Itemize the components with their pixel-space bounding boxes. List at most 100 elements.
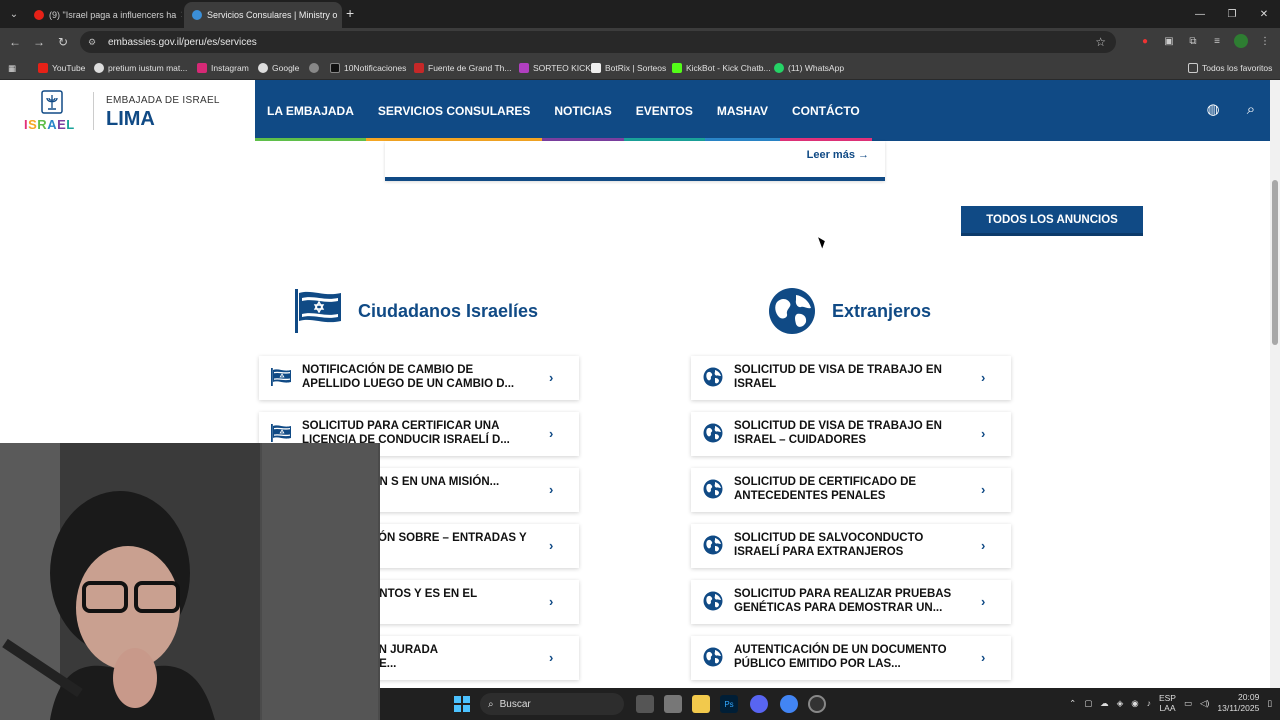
close-window-icon[interactable]: ✕ (1248, 0, 1280, 28)
chevron-right-icon[interactable]: › (549, 538, 559, 553)
bookmark-google[interactable]: Google (258, 60, 299, 76)
service-item[interactable]: SOLICITUD DE VISA DE TRABAJO EN ISRAEL –… (691, 412, 1011, 456)
language-globe-icon[interactable]: ◍ (1204, 100, 1222, 118)
photoshop-icon[interactable]: Ps (720, 695, 738, 713)
windows-start-icon[interactable] (454, 696, 470, 712)
service-item[interactable]: SOLICITUD DE SALVOCONDUCTO ISRAELÍ PARA … (691, 524, 1011, 568)
chevron-right-icon[interactable]: › (981, 370, 991, 385)
bookmark-kickbot[interactable]: KickBot - Kick Chatb... (672, 60, 771, 76)
notification-icon[interactable]: ▯ (1267, 698, 1272, 709)
x-icon (330, 63, 340, 73)
chevron-right-icon[interactable]: › (549, 482, 559, 497)
page-scrollbar[interactable] (1270, 80, 1280, 688)
main-nav: LA EMBAJADA SERVICIOS CONSULARES NOTICIA… (255, 80, 872, 141)
chrome-menu-icon[interactable]: ⋮ (1258, 34, 1272, 48)
site-info-icon[interactable]: ⚙ (88, 37, 100, 48)
chevron-right-icon[interactable]: › (981, 538, 991, 553)
nav-servicios-consulares[interactable]: SERVICIOS CONSULARES (365, 80, 543, 141)
scrollbar-thumb[interactable] (1272, 180, 1278, 345)
instagram-icon (197, 63, 207, 73)
back-icon[interactable]: ← (6, 34, 24, 50)
tab-search-chevron-icon[interactable]: ⌄ (4, 4, 24, 24)
embassy-city: LIMA (106, 108, 155, 130)
clock[interactable]: 20:09 13/11/2025 (1217, 692, 1259, 714)
bookmark-botrix[interactable]: BotRix | Sorteos (591, 60, 666, 76)
service-label: SOLICITUD PARA REALIZAR PRUEBAS GENÉTICA… (734, 588, 952, 614)
extensions-puzzle-icon[interactable]: ⧉ (1186, 34, 1200, 48)
task-view-icon[interactable] (636, 695, 654, 713)
tab-youtube[interactable]: (9) "Israel paga a influencers ha ✕ (26, 2, 182, 28)
bookmark-sorteo-kick[interactable]: SORTEO KICK (519, 60, 591, 76)
globe-icon (703, 479, 723, 499)
nav-eventos[interactable]: EVENTOS (623, 80, 705, 141)
chevron-right-icon[interactable]: › (981, 482, 991, 497)
obs-icon[interactable] (808, 695, 826, 713)
forward-icon[interactable]: → (30, 34, 48, 50)
read-more-link[interactable]: Leer más → (807, 149, 869, 161)
service-item[interactable]: SOLICITUD DE VISA DE TRABAJO EN ISRAEL › (691, 356, 1011, 400)
chrome-icon[interactable] (780, 695, 798, 713)
embassy-favicon-icon (192, 10, 202, 20)
close-tab-icon[interactable]: ✕ (337, 10, 342, 21)
media-control-icon[interactable]: ≡ (1210, 34, 1224, 48)
security-icon[interactable]: ◈ (1117, 698, 1124, 709)
site-logo[interactable]: ISRAEL EMBAJADA DE ISRAEL LIMA (0, 80, 255, 141)
heading-label: Ciudadanos Israelíes (358, 300, 539, 321)
apps-grid-icon[interactable]: ▦ (8, 60, 16, 76)
tab-servicios-consulares[interactable]: Servicios Consulares | Ministry o ✕ (184, 2, 342, 28)
all-bookmarks[interactable]: Todos los favoritos (1188, 60, 1272, 76)
nav-contacto[interactable]: CONTÁCTO (779, 80, 872, 141)
bookmark-whatsapp[interactable]: (11) WhatsApp (774, 60, 844, 76)
bookmark-youtube[interactable]: YouTube (38, 60, 85, 76)
all-announcements-button[interactable]: TODOS LOS ANUNCIOS (961, 206, 1143, 236)
chevron-right-icon[interactable]: › (981, 426, 991, 441)
app-icon[interactable] (664, 695, 682, 713)
bookmark-instagram[interactable]: Instagram (197, 60, 249, 76)
new-tab-button[interactable]: + (346, 5, 354, 21)
bookmark-pretium[interactable]: pretium iustum mat... (94, 60, 187, 76)
service-item[interactable]: SOLICITUD PARA REALIZAR PRUEBAS GENÉTICA… (691, 580, 1011, 624)
search-icon[interactable]: ⌕ (1242, 100, 1260, 118)
close-tab-icon[interactable]: ✕ (176, 10, 182, 21)
file-explorer-icon[interactable] (692, 695, 710, 713)
taskbar-search[interactable]: ⌕ Buscar (480, 693, 624, 715)
minimize-icon[interactable]: — (1184, 0, 1216, 28)
bookmarks-bar: ▦ YouTube pretium iustum mat... Instagra… (0, 56, 1280, 80)
microphone-icon[interactable]: ♪ (1147, 698, 1151, 708)
chevron-right-icon[interactable]: › (981, 594, 991, 609)
chevron-right-icon[interactable]: › (981, 650, 991, 665)
tray-app-icon[interactable]: ▢ (1084, 698, 1092, 709)
reload-icon[interactable]: ↻ (54, 34, 72, 50)
chevron-right-icon[interactable]: › (549, 594, 559, 609)
service-item[interactable]: NOTIFICACIÓN DE CAMBIO DE APELLIDO LUEGO… (259, 356, 579, 400)
volume-icon[interactable]: ◁) (1200, 698, 1209, 709)
globe-icon (703, 647, 723, 667)
tray-chevron-icon[interactable]: ⌃ (1069, 698, 1076, 709)
url-text: embassies.gov.il/peru/es/services (108, 36, 257, 48)
language-indicator[interactable]: ESP LAA (1159, 693, 1176, 713)
logo-letter: S (28, 117, 38, 132)
discord-icon[interactable] (750, 695, 768, 713)
bookmark-globe[interactable] (309, 60, 323, 76)
service-item[interactable]: AUTENTICACIÓN DE UN DOCUMENTO PÚBLICO EM… (691, 636, 1011, 680)
extension-record-icon[interactable]: ● (1138, 34, 1152, 48)
chevron-right-icon[interactable]: › (549, 426, 559, 441)
font-icon (414, 63, 424, 73)
profile-avatar[interactable] (1234, 34, 1248, 48)
restore-icon[interactable]: ❐ (1216, 0, 1248, 28)
tray-app-icon[interactable]: ◉ (1131, 698, 1138, 709)
onedrive-icon[interactable]: ☁ (1100, 698, 1109, 709)
bookmark-10notificaciones[interactable]: 10Notificaciones (330, 60, 406, 76)
bookmark-fuente[interactable]: Fuente de Grand Th... (414, 60, 511, 76)
service-item[interactable]: SOLICITUD DE CERTIFICADO DE ANTECEDENTES… (691, 468, 1011, 512)
network-icon[interactable]: ▭ (1184, 698, 1192, 709)
chevron-right-icon[interactable]: › (549, 370, 559, 385)
nav-noticias[interactable]: NOTICIAS (542, 80, 624, 141)
extension-icon[interactable]: ▣ (1162, 34, 1176, 48)
chevron-right-icon[interactable]: › (549, 650, 559, 665)
bookmark-star-icon[interactable]: ☆ (1095, 35, 1106, 49)
url-bar[interactable]: ⚙ embassies.gov.il/peru/es/services ☆ (80, 31, 1116, 53)
nav-la-embajada[interactable]: LA EMBAJADA (255, 80, 366, 141)
whatsapp-icon (774, 63, 784, 73)
nav-mashav[interactable]: MASHAV (704, 80, 780, 141)
